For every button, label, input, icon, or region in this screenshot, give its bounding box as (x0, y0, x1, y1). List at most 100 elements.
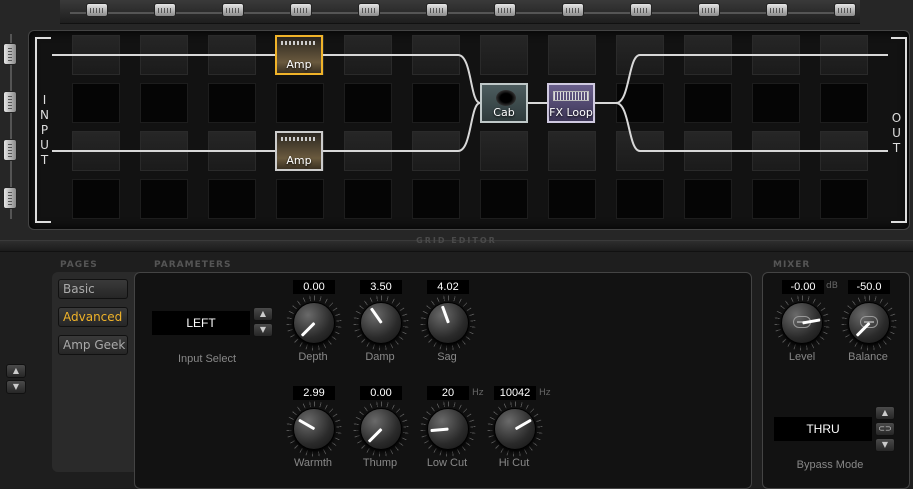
sag-value[interactable]: 4.02 (427, 280, 469, 294)
grid-cell[interactable] (344, 131, 392, 171)
grid-cell[interactable] (208, 83, 256, 123)
page-advanced-button[interactable]: Advanced (58, 307, 128, 327)
grid-cell[interactable] (412, 35, 460, 75)
depth-value[interactable]: 0.00 (293, 280, 335, 294)
grid-cell[interactable] (72, 179, 120, 219)
grid-cell[interactable] (684, 131, 732, 171)
level-value[interactable]: -0.00 (782, 280, 824, 294)
grid-cell[interactable] (752, 83, 800, 123)
balance-knob[interactable] (841, 295, 897, 351)
pages-panel: Basic Advanced Amp Geek (52, 272, 138, 472)
column-handle-2[interactable] (154, 3, 176, 17)
grid-cell[interactable] (72, 83, 120, 123)
thump-knob[interactable] (353, 401, 409, 457)
bypass-down-button[interactable]: ▼ (875, 438, 895, 452)
low-cut-knob[interactable] (420, 401, 476, 457)
grid-cell[interactable] (480, 179, 528, 219)
column-handle-12[interactable] (834, 3, 856, 17)
grid-cell[interactable] (276, 83, 324, 123)
knob-pointer (369, 307, 383, 324)
column-handle-11[interactable] (766, 3, 788, 17)
grid-cell[interactable] (616, 179, 664, 219)
depth-knob[interactable] (286, 295, 342, 351)
row-handle-4[interactable] (3, 187, 17, 209)
grid-cell[interactable] (752, 35, 800, 75)
grid-cell[interactable] (752, 131, 800, 171)
column-handle-7[interactable] (494, 3, 516, 17)
grid-cell[interactable] (480, 131, 528, 171)
column-handle-3[interactable] (222, 3, 244, 17)
grid-cell[interactable] (616, 35, 664, 75)
grid-cell[interactable] (412, 131, 460, 171)
grid-cell[interactable] (72, 35, 120, 75)
bypass-link-button[interactable]: ⊂⊃ (875, 422, 895, 436)
column-handle-1[interactable] (86, 3, 108, 17)
level-knob[interactable] (774, 295, 830, 351)
grid-cell[interactable] (344, 83, 392, 123)
row-handle-3[interactable] (3, 139, 17, 161)
bypass-mode-display[interactable]: THRU (774, 417, 872, 441)
row-handle-1[interactable] (3, 43, 17, 65)
grid-cell[interactable] (140, 35, 188, 75)
cab-block[interactable]: Cab (480, 83, 528, 123)
damp-value[interactable]: 3.50 (360, 280, 402, 294)
low-cut-value[interactable]: 20 (427, 386, 469, 400)
hi-cut-value[interactable]: 10042 (494, 386, 536, 400)
block-prev-button[interactable]: ▲ (6, 364, 26, 378)
grid-cell[interactable] (616, 83, 664, 123)
input-select-up-button[interactable]: ▲ (253, 307, 273, 321)
knob-pointer (514, 418, 532, 431)
grid-cell[interactable] (140, 83, 188, 123)
column-handle-6[interactable] (426, 3, 448, 17)
input-select-display[interactable]: LEFT (152, 311, 250, 335)
column-handle-8[interactable] (562, 3, 584, 17)
grid-cell[interactable] (820, 131, 868, 171)
grid-cell[interactable] (208, 131, 256, 171)
fx-loop-block[interactable]: FX Loop (547, 83, 595, 123)
grid-cell[interactable] (820, 179, 868, 219)
grid-cell[interactable] (616, 131, 664, 171)
grid-cell[interactable] (140, 179, 188, 219)
bypass-mode-label: Bypass Mode (796, 459, 864, 471)
hi-cut-unit: Hz (539, 388, 551, 398)
grid-cell[interactable] (344, 35, 392, 75)
grid-cell[interactable] (480, 35, 528, 75)
grid-cell[interactable] (208, 179, 256, 219)
grid-cell[interactable] (684, 35, 732, 75)
grid-cell[interactable] (752, 179, 800, 219)
knob-pointer (300, 321, 316, 337)
input-select-down-button[interactable]: ▼ (253, 323, 273, 337)
row-handle-2[interactable] (3, 91, 17, 113)
page-basic-button[interactable]: Basic (58, 279, 128, 299)
page-amp-geek-button[interactable]: Amp Geek (58, 335, 128, 355)
grid-cell[interactable] (140, 131, 188, 171)
block-next-button[interactable]: ▼ (6, 380, 26, 394)
grid-cell[interactable] (820, 83, 868, 123)
warmth-value[interactable]: 2.99 (293, 386, 335, 400)
grid-cell[interactable] (820, 35, 868, 75)
grid-cell[interactable] (208, 35, 256, 75)
amp-block-1[interactable]: Amp (275, 35, 323, 75)
grid-cell[interactable] (548, 35, 596, 75)
damp-knob[interactable] (353, 295, 409, 351)
grid-cell[interactable] (684, 179, 732, 219)
grid-cell[interactable] (276, 179, 324, 219)
column-handle-10[interactable] (698, 3, 720, 17)
column-handle-5[interactable] (358, 3, 380, 17)
grid-cell[interactable] (412, 83, 460, 123)
thump-value[interactable]: 0.00 (360, 386, 402, 400)
column-handle-4[interactable] (290, 3, 312, 17)
grid-cell[interactable] (344, 179, 392, 219)
warmth-knob[interactable] (286, 401, 342, 457)
grid-cell[interactable] (548, 179, 596, 219)
grid-cell[interactable] (72, 131, 120, 171)
grid-cell[interactable] (548, 131, 596, 171)
grid-cell[interactable] (684, 83, 732, 123)
column-handle-9[interactable] (630, 3, 652, 17)
sag-knob[interactable] (420, 295, 476, 351)
balance-value[interactable]: -50.0 (848, 280, 890, 294)
amp-block-2[interactable]: Amp (275, 131, 323, 171)
hi-cut-knob[interactable] (487, 401, 543, 457)
bypass-up-button[interactable]: ▲ (875, 406, 895, 420)
grid-cell[interactable] (412, 179, 460, 219)
